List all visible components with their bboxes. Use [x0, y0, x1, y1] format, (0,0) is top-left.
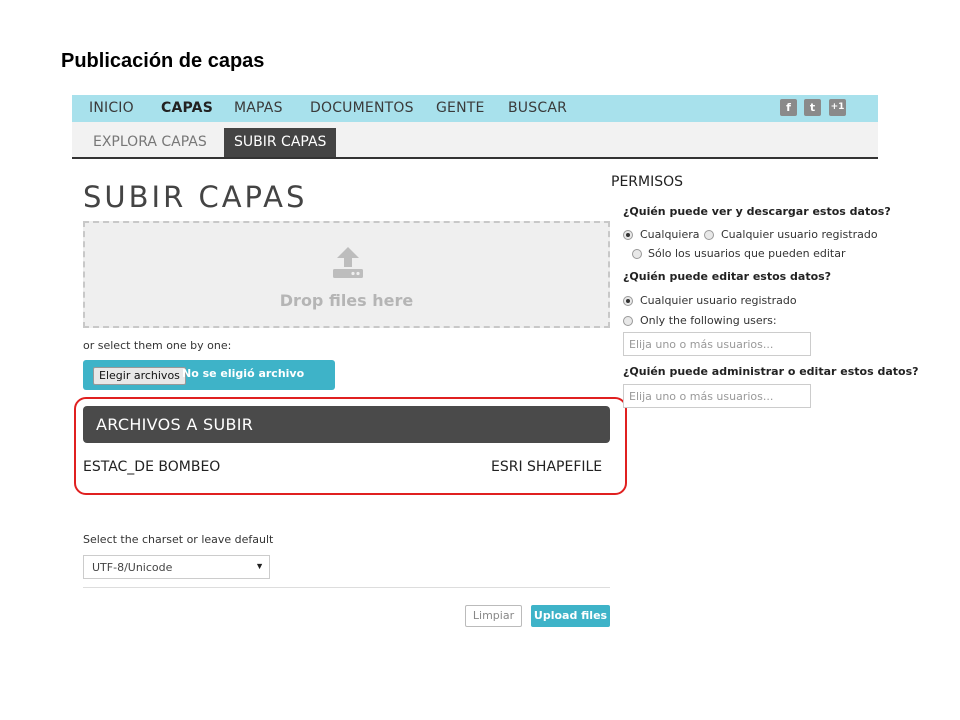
file-input-box: Elegir archivos No se eligió archivo — [83, 360, 335, 390]
option-view-anyone: Cualquiera — [640, 228, 700, 241]
nav-item-capas[interactable]: CAPAS — [161, 100, 213, 116]
admin-users-placeholder: Elija uno o más usuarios... — [629, 390, 774, 403]
edit-users-input[interactable]: Elija uno o más usuarios... — [623, 332, 811, 356]
nav-item-mapas[interactable]: MAPAS — [234, 100, 283, 116]
charset-select[interactable]: UTF-8/Unicode ▼ — [83, 555, 270, 579]
edit-users-placeholder: Elija uno o más usuarios... — [629, 338, 774, 351]
tab-subir-capas[interactable]: SUBIR CAPAS — [224, 128, 337, 157]
charset-label: Select the charset or leave default — [83, 533, 274, 546]
edit-question: ¿Quién puede editar estos datos? — [623, 270, 832, 283]
nav-item-documentos[interactable]: DOCUMENTOS — [310, 100, 414, 116]
view-question: ¿Quién puede ver y descargar estos datos… — [623, 205, 891, 218]
google-plus-icon[interactable]: +1 — [829, 99, 846, 116]
dropdown-arrow-icon: ▼ — [255, 561, 264, 571]
nav-item-inicio[interactable]: INICIO — [89, 100, 134, 116]
twitter-icon[interactable]: t — [804, 99, 821, 116]
nav-item-gente[interactable]: GENTE — [436, 100, 485, 116]
select-hint: or select them one by one: — [83, 339, 232, 352]
choose-files-button[interactable]: Elegir archivos — [93, 367, 186, 385]
top-nav: INICIO CAPAS MAPAS DOCUMENTOS GENTE BUSC… — [72, 95, 878, 122]
file-status-text: No se eligió archivo — [182, 367, 305, 380]
radio-view-anyone[interactable] — [623, 230, 633, 240]
nav-item-buscar[interactable]: BUSCAR — [508, 100, 567, 116]
upload-icon — [333, 247, 363, 278]
page-heading: SUBIR CAPAS — [83, 180, 308, 214]
files-header: ARCHIVOS A SUBIR — [83, 406, 610, 443]
file-row-name: ESTAC_DE BOMBEO — [83, 459, 221, 475]
admin-users-input[interactable]: Elija uno o más usuarios... — [623, 384, 811, 408]
drop-zone-label: Drop files here — [279, 291, 414, 310]
option-view-registered: Cualquier usuario registrado — [721, 228, 878, 241]
radio-view-registered[interactable] — [704, 230, 714, 240]
tab-explora-capas[interactable]: EXPLORA CAPAS — [83, 128, 217, 157]
file-row-type: ESRI SHAPEFILE — [491, 459, 603, 475]
charset-value: UTF-8/Unicode — [92, 561, 173, 574]
radio-view-editors[interactable] — [632, 249, 642, 259]
files-header-title: ARCHIVOS A SUBIR — [96, 415, 254, 434]
admin-question: ¿Quién puede administrar o editar estos … — [623, 365, 919, 378]
upload-button[interactable]: Upload files — [531, 605, 610, 627]
divider — [83, 587, 610, 588]
option-edit-registered: Cualquier usuario registrado — [640, 294, 797, 307]
option-edit-following: Only the following users: — [640, 314, 777, 327]
slide-title: Publicación de capas — [61, 50, 265, 72]
drop-zone[interactable]: Drop files here — [83, 221, 610, 328]
clear-button[interactable]: Limpiar — [465, 605, 522, 627]
permissions-title: PERMISOS — [611, 174, 684, 190]
radio-edit-registered[interactable] — [623, 296, 633, 306]
radio-edit-following[interactable] — [623, 316, 633, 326]
facebook-icon[interactable]: f — [780, 99, 797, 116]
sub-tabs: EXPLORA CAPAS SUBIR CAPAS — [72, 122, 878, 159]
option-view-editors: Sólo los usuarios que pueden editar — [648, 247, 846, 260]
